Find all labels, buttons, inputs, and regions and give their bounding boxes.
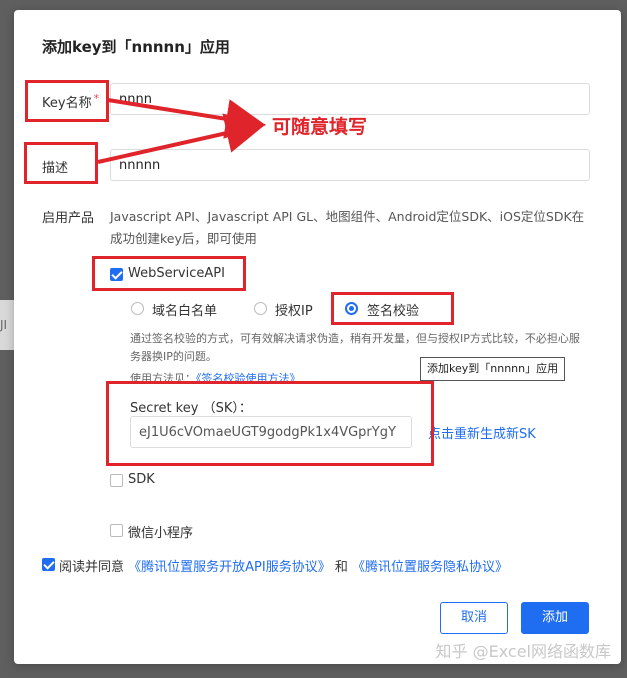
annotation-arrows xyxy=(97,98,266,164)
annotation-text: 可随意填写 xyxy=(272,116,368,138)
arrow-from-key-name xyxy=(107,98,266,139)
arrow-from-description xyxy=(97,113,266,164)
watermark: 知乎 @Excel网络函数库 xyxy=(435,642,611,661)
